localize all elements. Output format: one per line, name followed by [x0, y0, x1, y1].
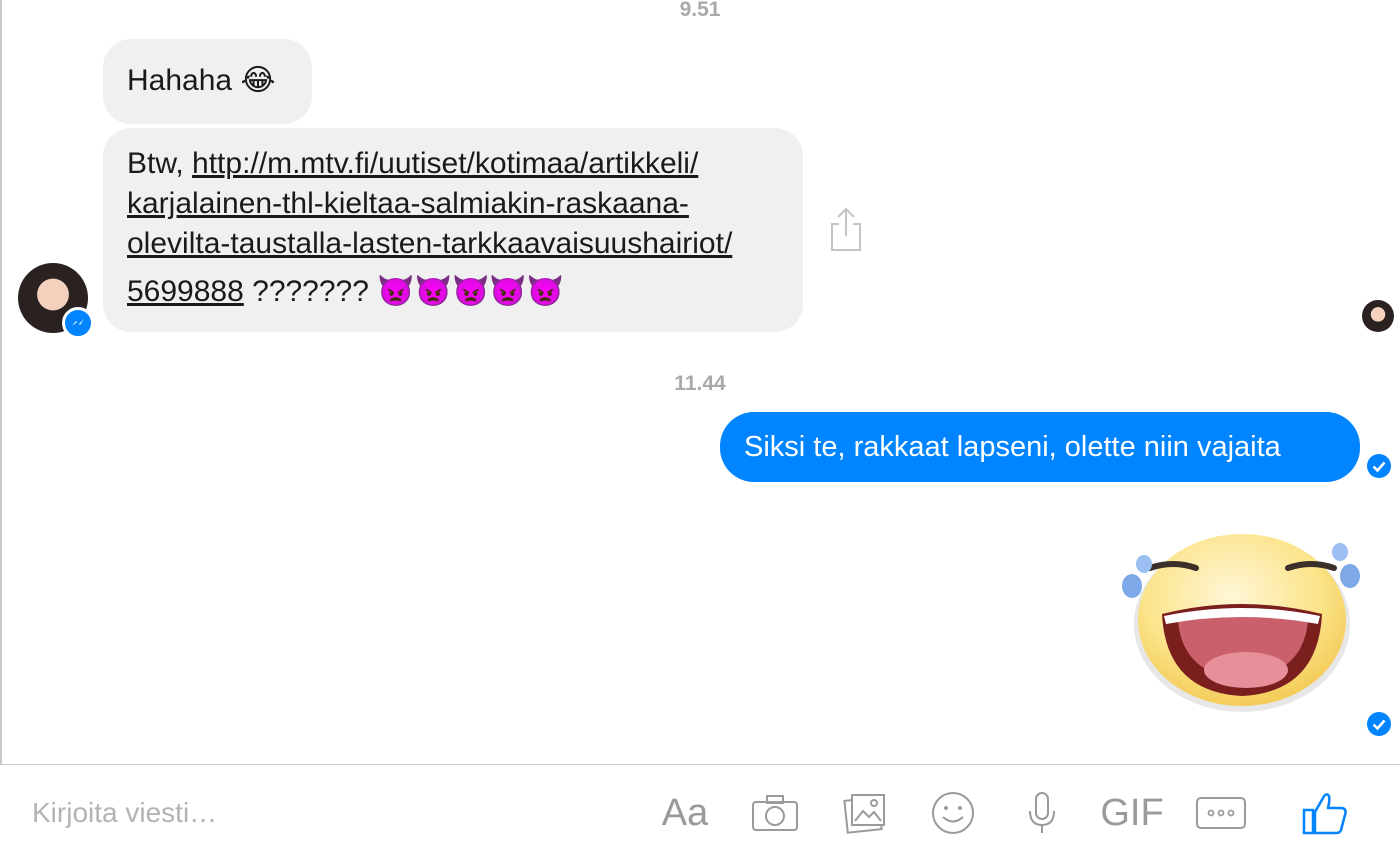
delivered-check-icon: [1367, 712, 1391, 736]
read-receipt-avatar: [1362, 300, 1394, 332]
devil-emojis: 👿👿👿👿👿: [377, 274, 565, 309]
incoming-link-message-bubble[interactable]: Btw, http://m.mtv.fi/uutiset/kotimaa/art…: [103, 128, 803, 332]
gif-button-label: GIF: [1100, 791, 1164, 834]
more-icon[interactable]: [1194, 788, 1248, 838]
gallery-icon[interactable]: [840, 788, 890, 838]
emoji-icon[interactable]: [928, 788, 978, 838]
gif-icon[interactable]: GIF: [1100, 788, 1164, 838]
like-icon[interactable]: [1300, 788, 1350, 838]
incoming-message-bubble[interactable]: Hahaha 😂: [103, 39, 312, 124]
microphone-icon[interactable]: [1020, 788, 1064, 838]
article-link-line-2[interactable]: karjalainen-thl-kieltaa-salmiakin-raskaa…: [127, 187, 689, 220]
laughing-emoji: 😂: [240, 63, 276, 98]
font-button-label: Aa: [661, 791, 709, 834]
message-prefix: Btw,: [127, 147, 193, 180]
laughing-tears-sticker[interactable]: [1118, 524, 1362, 720]
timestamp: 9.51: [679, 0, 721, 21]
camera-icon[interactable]: [748, 788, 802, 838]
message-suffix: ???????: [243, 275, 369, 308]
font-icon[interactable]: Aa: [658, 788, 712, 838]
composer-divider: [0, 764, 1400, 765]
message-text: Hahaha: [127, 64, 233, 97]
article-link-line-1[interactable]: http://m.mtv.fi/uutiset/kotimaa/artikkel…: [192, 147, 698, 180]
message-text: Siksi te, rakkaat lapseni, olette niin v…: [744, 431, 1281, 463]
share-icon[interactable]: [828, 206, 864, 252]
messenger-badge-icon: [62, 307, 94, 339]
article-link-line-4[interactable]: 5699888: [127, 275, 244, 308]
delivered-check-icon: [1367, 454, 1391, 478]
message-input[interactable]: [30, 790, 634, 836]
timestamp: 11.44: [674, 372, 726, 395]
article-link-line-3[interactable]: olevilta-taustalla-lasten-tarkkaavaisuus…: [127, 227, 732, 260]
outgoing-message-bubble[interactable]: Siksi te, rakkaat lapseni, olette niin v…: [720, 412, 1360, 482]
